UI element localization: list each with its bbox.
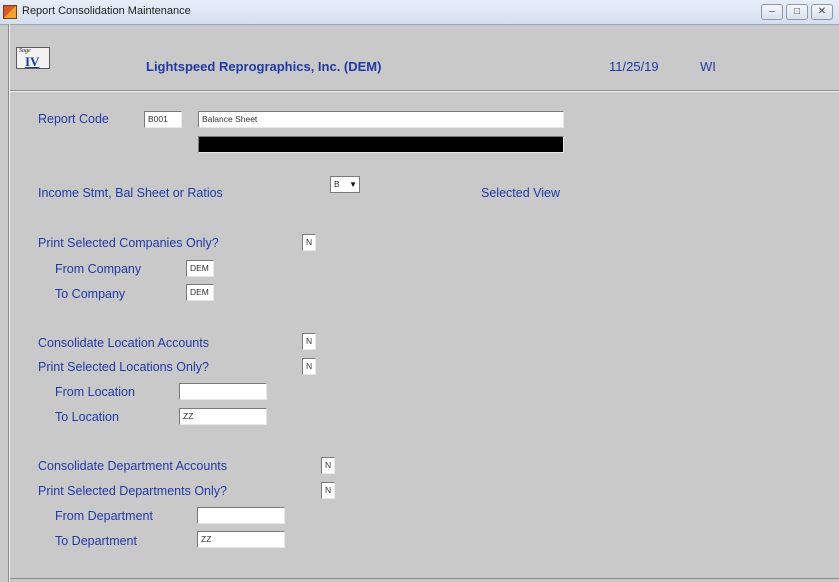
consolidate-location-field[interactable]: N: [302, 333, 316, 350]
chevron-down-icon[interactable]: ▼: [349, 180, 357, 189]
logo-big-text: IV: [25, 54, 40, 69]
from-company-field[interactable]: DEM: [186, 260, 214, 277]
selected-view-label: Selected View: [481, 186, 560, 200]
sage-logo: Sage IV: [16, 47, 50, 69]
print-selected-companies-label: Print Selected Companies Only?: [38, 236, 219, 250]
consolidate-department-field[interactable]: N: [321, 457, 335, 474]
window-title: Report Consolidation Maintenance: [22, 5, 191, 17]
print-selected-locations-label: Print Selected Locations Only?: [38, 360, 209, 374]
app-icon: [3, 5, 17, 19]
title-bar[interactable]: Report Consolidation Maintenance – □ ✕: [0, 0, 839, 25]
header-divider: [10, 90, 839, 92]
to-department-field[interactable]: ZZ: [197, 531, 285, 548]
to-company-field[interactable]: DEM: [186, 284, 214, 301]
to-location-label: To Location: [55, 410, 119, 424]
to-department-label: To Department: [55, 534, 137, 548]
report-code-label: Report Code: [38, 112, 109, 126]
report-description-line2-field[interactable]: [198, 136, 564, 153]
statement-type-select[interactable]: B ▼: [330, 176, 360, 193]
print-selected-departments-field[interactable]: N: [321, 482, 335, 499]
report-consolidation-window: Report Consolidation Maintenance – □ ✕ S…: [0, 0, 839, 582]
close-button[interactable]: ✕: [811, 4, 833, 20]
header-date: 11/25/19: [609, 59, 659, 74]
from-company-label: From Company: [55, 262, 142, 276]
bottom-divider: [10, 578, 839, 579]
from-location-label: From Location: [55, 385, 135, 399]
from-department-field[interactable]: [197, 507, 285, 524]
company-name: Lightspeed Reprographics, Inc. (DEM): [146, 59, 382, 74]
to-location-field[interactable]: ZZ: [179, 408, 267, 425]
left-frame-edge: [8, 24, 10, 582]
print-selected-locations-field[interactable]: N: [302, 358, 316, 375]
report-code-field[interactable]: B001: [144, 111, 182, 128]
header-user: WI: [700, 59, 716, 74]
print-selected-companies-field[interactable]: N: [302, 234, 316, 251]
consolidate-department-label: Consolidate Department Accounts: [38, 459, 227, 473]
statement-type-label: Income Stmt, Bal Sheet or Ratios: [38, 186, 223, 200]
maximize-button[interactable]: □: [786, 4, 808, 20]
minimize-button[interactable]: –: [761, 4, 783, 20]
consolidate-location-label: Consolidate Location Accounts: [38, 336, 209, 350]
to-company-label: To Company: [55, 287, 126, 301]
from-department-label: From Department: [55, 509, 153, 523]
statement-type-value: B: [334, 179, 340, 189]
report-description-field[interactable]: Balance Sheet: [198, 111, 564, 128]
print-selected-departments-label: Print Selected Departments Only?: [38, 484, 227, 498]
from-location-field[interactable]: [179, 383, 267, 400]
